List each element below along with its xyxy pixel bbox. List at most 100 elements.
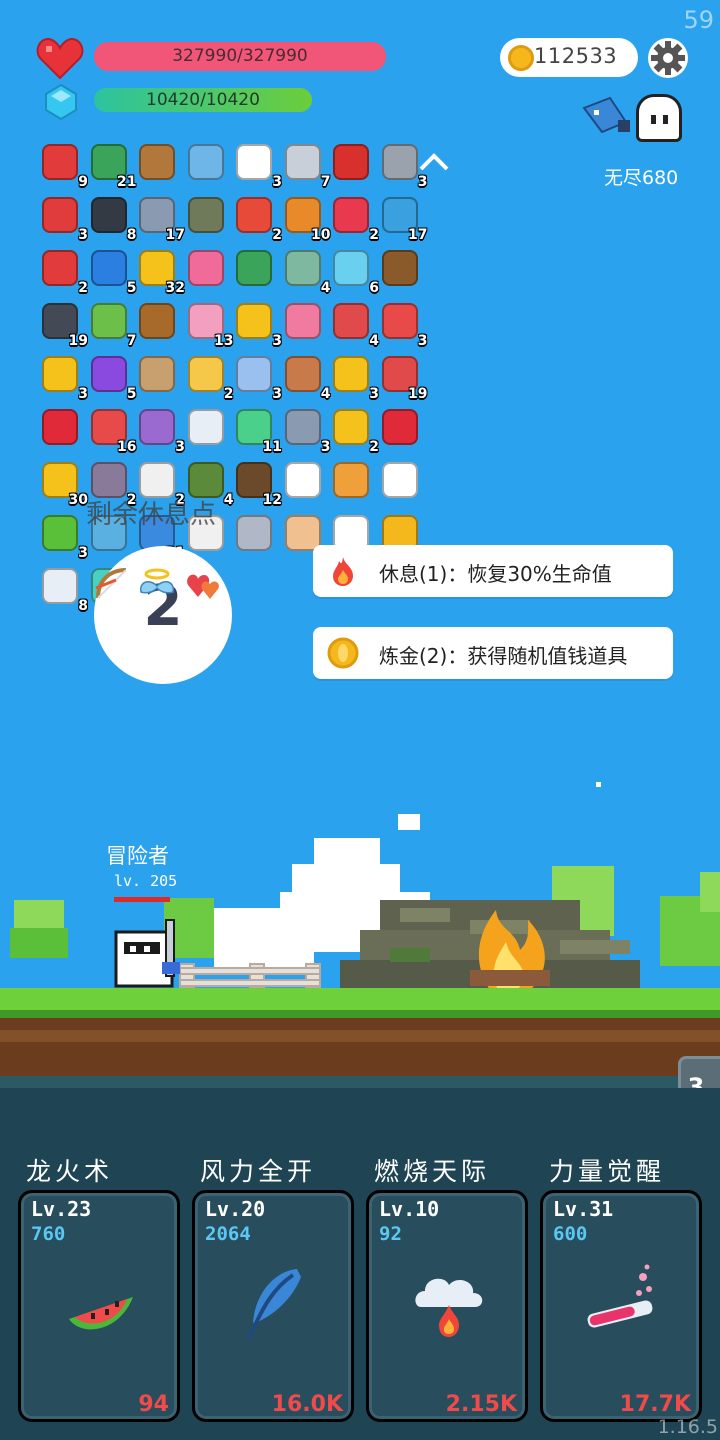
alchemy-option-button[interactable]: 炼金(2)：获得随机值钱道具 [313, 627, 673, 679]
mortar-item[interactable] [184, 193, 230, 239]
star-shield-item[interactable]: 3 [135, 405, 185, 455]
skill-value: 92 [379, 1223, 402, 1245]
donut-icon [284, 356, 321, 392]
drumstick-item[interactable] [135, 140, 181, 186]
treasure-chest-icon [139, 303, 175, 339]
clipboard-item[interactable] [184, 405, 230, 451]
coconut-item[interactable]: 12 [232, 458, 282, 508]
scroll-item[interactable] [329, 458, 375, 504]
chat-bubble-item[interactable]: 17 [378, 193, 428, 243]
item-count: 19 [408, 386, 428, 402]
fire-cloud-icon [415, 1278, 483, 1337]
green-bulb-item[interactable]: 11 [232, 405, 282, 455]
lime-item[interactable]: 7 [87, 299, 137, 349]
item-count: 3 [417, 174, 428, 190]
slime-monster-item[interactable]: 3 [38, 511, 88, 561]
magic-wand-item[interactable]: 3 [232, 299, 282, 349]
skill-card-power-awakening[interactable]: Lv.31 600 17.7K [540, 1190, 702, 1422]
endless-level-label: 无尽680 [604, 167, 679, 189]
tent-item[interactable] [232, 246, 278, 292]
coconut-drink-icon [381, 250, 418, 286]
coin-amount: 112533 [534, 44, 618, 68]
apple-item[interactable]: 2 [38, 246, 88, 296]
flower-item[interactable]: 2 [329, 405, 379, 455]
capsule-item[interactable]: 3 [232, 352, 282, 402]
note-item[interactable]: 2 [184, 352, 234, 402]
donut-item[interactable]: 4 [281, 352, 331, 402]
crystal-ball-item[interactable]: 5 [87, 352, 137, 402]
fist-icon [284, 515, 321, 551]
fried-egg-icon [236, 144, 272, 180]
ice-cream-item[interactable]: 13 [184, 299, 234, 349]
fire-icon [333, 557, 353, 586]
ghost-icon[interactable] [636, 94, 682, 142]
crown-item[interactable]: 30 [38, 458, 88, 508]
love-card-icon [187, 250, 224, 286]
ring-item[interactable]: 3 [38, 352, 88, 402]
rest-option-label: 休息(1)：恢复30%生命值 [379, 562, 612, 586]
compass-icon [284, 409, 321, 445]
strawberry-item[interactable] [38, 405, 84, 451]
skill-name: 燃烧天际 [374, 1157, 491, 1186]
skull-ghost-item[interactable] [281, 458, 327, 504]
sapphire-icon [90, 250, 127, 286]
gift-item[interactable]: 2 [232, 193, 282, 243]
hook-item[interactable]: 4 [329, 299, 379, 349]
flag-icon[interactable] [580, 96, 632, 136]
skill-card-wind[interactable]: Lv.20 2064 16.0K [192, 1190, 354, 1422]
cloud-icon [381, 462, 418, 498]
compass-item[interactable]: 3 [281, 405, 331, 455]
item-count: 13 [214, 333, 234, 349]
cauldron-icon [90, 197, 127, 233]
ring-icon [42, 356, 78, 392]
cauldron-item[interactable]: 8 [87, 193, 137, 243]
feather-fan-item[interactable] [232, 511, 278, 557]
coconut-drink-item[interactable] [378, 246, 424, 292]
target-disc-item[interactable]: 4 [281, 246, 331, 296]
hero-level: lv. 205 [114, 872, 178, 890]
skill-value: 760 [31, 1223, 66, 1245]
sword-item[interactable]: 7 [281, 140, 331, 190]
money-heart-item[interactable]: 21 [87, 140, 137, 190]
thermometer-item[interactable]: 19 [378, 352, 428, 402]
rest-option-button[interactable]: 休息(1)：恢复30%生命值 [313, 545, 673, 597]
pill-item[interactable]: 3 [378, 299, 428, 349]
skill-card-burning-sky[interactable]: Lv.10 92 2.15K [366, 1190, 528, 1422]
sword-icon [284, 144, 321, 180]
bat-item[interactable]: 19 [38, 299, 88, 349]
battle-scene [0, 782, 720, 1100]
skill-card-dragon-fire[interactable]: Lv.23 760 94 [18, 1190, 180, 1422]
skill-name: 风力全开 [200, 1157, 317, 1186]
axe-item[interactable]: 3 [378, 140, 428, 190]
item-count: 32 [165, 280, 185, 296]
love-card-item[interactable] [184, 246, 230, 292]
sapphire-item[interactable]: 5 [87, 246, 137, 296]
flower-icon [333, 409, 369, 445]
noose-item[interactable] [135, 352, 181, 398]
sunflower-item[interactable]: 3 [329, 352, 379, 402]
magnifier-item[interactable] [184, 140, 230, 186]
light-bulb-item[interactable]: 8 [38, 564, 88, 614]
book-item[interactable]: 10 [281, 193, 331, 243]
treasure-chest-item[interactable] [135, 299, 181, 345]
magnet-item[interactable] [329, 140, 375, 186]
fried-egg-item[interactable]: 3 [232, 140, 282, 190]
version-label: 1.16.5 [657, 1416, 718, 1438]
watermelon-slice-item[interactable]: 16 [87, 405, 137, 455]
sock-item[interactable]: 9 [38, 140, 88, 190]
test-tube-icon [587, 1264, 653, 1328]
item-count: 11 [262, 439, 282, 455]
axe-icon [381, 144, 418, 180]
gear-icon[interactable] [646, 36, 690, 80]
spray-bottle-item[interactable] [281, 299, 327, 345]
sun-item[interactable]: 32 [135, 246, 185, 296]
chevron-up-icon[interactable] [418, 152, 450, 172]
cloud-item[interactable] [378, 458, 424, 504]
potion-item[interactable]: 6 [329, 246, 379, 296]
bookmark-item[interactable] [378, 405, 424, 451]
coin-icon [508, 45, 534, 71]
mushroom-item[interactable]: 3 [38, 193, 88, 243]
shield-item[interactable]: 17 [135, 193, 185, 243]
magnet-icon [333, 144, 369, 180]
heart-item[interactable]: 2 [329, 193, 379, 243]
